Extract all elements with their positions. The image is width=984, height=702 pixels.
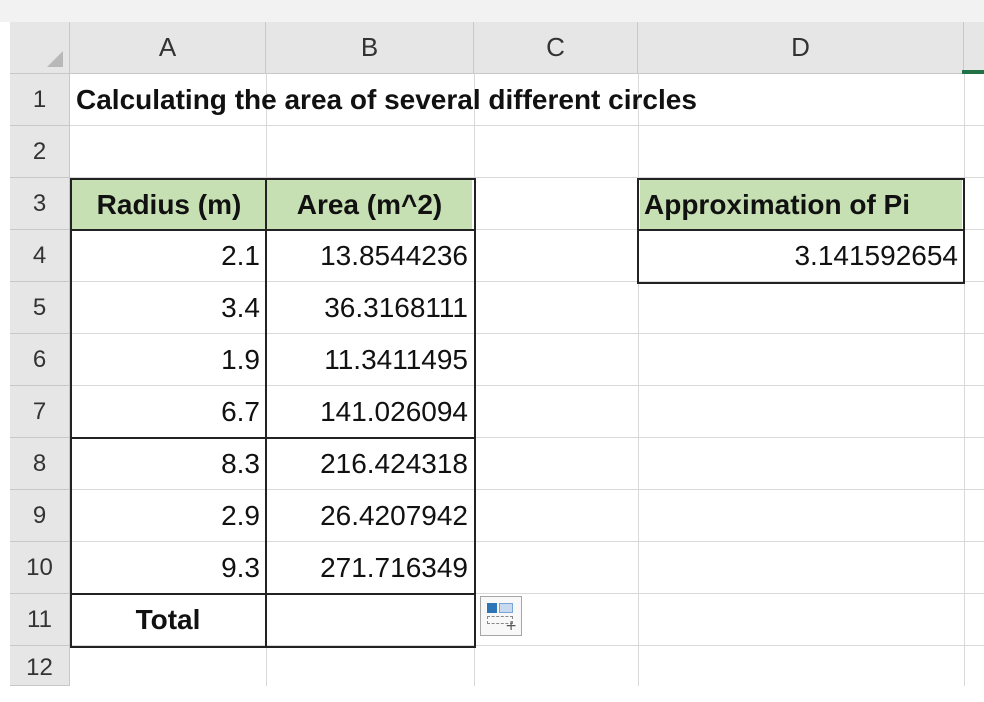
cell-a1-title[interactable]: Calculating the area of several differen…	[70, 74, 964, 126]
column-header-d[interactable]: D	[638, 22, 964, 74]
row-header-12[interactable]: 12	[10, 646, 70, 686]
gridline	[638, 74, 639, 686]
row-header-2[interactable]: 2	[10, 126, 70, 178]
row-header-3[interactable]: 3	[10, 178, 70, 230]
row-header-1[interactable]: 1	[10, 74, 70, 126]
column-header-c[interactable]: C	[474, 22, 638, 74]
row-header-5[interactable]: 5	[10, 282, 70, 334]
quick-analysis-icon	[487, 603, 497, 613]
gridline	[964, 74, 965, 686]
column-header-b[interactable]: B	[266, 22, 474, 74]
table-border	[70, 229, 476, 231]
pi-box-border	[637, 178, 965, 284]
column-header-a[interactable]: A	[70, 22, 266, 74]
table-border	[265, 178, 267, 648]
row-header-10[interactable]: 10	[10, 542, 70, 594]
pi-box-border	[637, 229, 965, 231]
row-header-7[interactable]: 7	[10, 386, 70, 438]
row-header-8[interactable]: 8	[10, 438, 70, 490]
table-border	[70, 437, 476, 439]
row-header-4[interactable]: 4	[10, 230, 70, 282]
table-border	[70, 593, 476, 595]
select-all-triangle-icon	[47, 51, 63, 67]
quick-analysis-button[interactable]: +	[480, 596, 522, 636]
spreadsheet: A B C D 1 2 3 4 5 6 7 8 9 10 11 12 Calcu…	[0, 0, 984, 702]
ribbon-strip	[0, 0, 984, 22]
column-header-e[interactable]	[964, 22, 984, 74]
column-selection-marker	[962, 70, 984, 74]
select-all-button[interactable]	[10, 22, 70, 74]
row-header-9[interactable]: 9	[10, 490, 70, 542]
row-header-6[interactable]: 6	[10, 334, 70, 386]
row-header-11[interactable]: 11	[10, 594, 70, 646]
table-border	[70, 178, 476, 648]
